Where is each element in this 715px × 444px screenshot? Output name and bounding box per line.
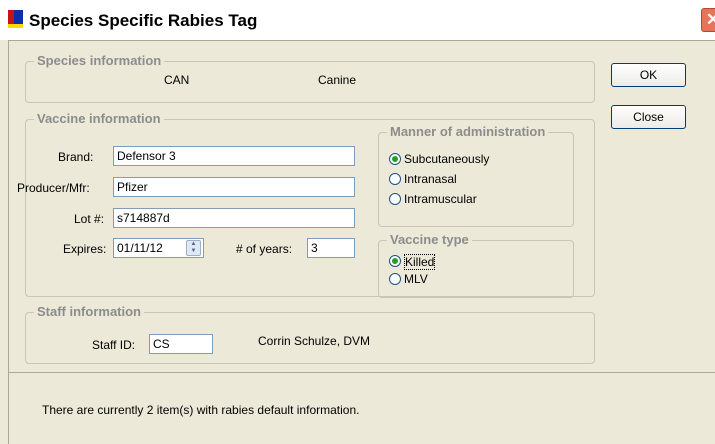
status-text: There are currently 2 item(s) with rabie… bbox=[42, 403, 360, 417]
radio-label-killed: Killed bbox=[404, 254, 436, 270]
staff-group: Staff information Staff ID: CS Corrin Sc… bbox=[25, 304, 595, 364]
lot-field[interactable]: s714887d bbox=[113, 208, 355, 228]
staff-id-field[interactable]: CS bbox=[149, 334, 213, 354]
title-bar: Species Specific Rabies Tag ✕ bbox=[0, 0, 715, 40]
expires-label: Expires: bbox=[63, 242, 107, 256]
administration-group: Manner of administration Subcutaneously … bbox=[378, 124, 574, 227]
expires-value: 01/11/12 bbox=[117, 241, 163, 255]
vaccine-type-group: Vaccine type Killed MLV bbox=[378, 232, 574, 298]
species-code: CAN bbox=[164, 73, 190, 87]
vaccine-type-group-title: Vaccine type bbox=[387, 232, 472, 248]
date-spinner-icon[interactable]: ▲ ▼ bbox=[186, 240, 201, 256]
radio-subcutaneously[interactable] bbox=[389, 153, 401, 165]
window-title: Species Specific Rabies Tag bbox=[29, 11, 258, 30]
species-group-title: Species information bbox=[34, 53, 165, 69]
species-group: Species information CAN Canine bbox=[25, 53, 595, 103]
radio-label-mlv: MLV bbox=[404, 272, 428, 286]
vaccine-group-title: Vaccine information bbox=[34, 111, 164, 127]
radio-intramuscular[interactable] bbox=[389, 193, 401, 205]
staff-id-label: Staff ID: bbox=[92, 338, 136, 352]
years-label: # of years: bbox=[236, 242, 293, 256]
dialog-body: Species information CAN Canine Vaccine i… bbox=[8, 40, 715, 444]
window-close-button[interactable]: ✕ bbox=[701, 8, 715, 32]
radio-mlv[interactable] bbox=[389, 273, 401, 285]
close-button[interactable]: Close bbox=[611, 105, 686, 129]
vaccine-group: Vaccine information Brand: Defensor 3 Pr… bbox=[17, 111, 595, 298]
staff-name: Corrin Schulze, DVM bbox=[258, 334, 371, 348]
species-name: Canine bbox=[318, 73, 357, 87]
radio-killed[interactable] bbox=[389, 255, 401, 267]
radio-label-intranasal: Intranasal bbox=[404, 172, 457, 186]
years-field[interactable]: 3 bbox=[307, 238, 355, 258]
expires-date-picker[interactable]: 01/11/12 ▲ ▼ bbox=[113, 238, 204, 258]
staff-group-title: Staff information bbox=[34, 304, 144, 320]
radio-label-subcutaneously: Subcutaneously bbox=[404, 152, 490, 166]
administration-group-title: Manner of administration bbox=[387, 124, 549, 140]
radio-intranasal[interactable] bbox=[389, 173, 401, 185]
radio-label-intramuscular: Intramuscular bbox=[404, 192, 477, 206]
brand-field[interactable]: Defensor 3 bbox=[113, 146, 355, 166]
app-icon bbox=[8, 10, 23, 28]
producer-field[interactable]: Pfizer bbox=[113, 177, 355, 197]
lot-label: Lot #: bbox=[74, 212, 105, 226]
ok-button[interactable]: OK bbox=[611, 63, 686, 87]
brand-label: Brand: bbox=[58, 150, 94, 164]
status-divider bbox=[9, 372, 715, 373]
producer-label: Producer/Mfr: bbox=[17, 181, 90, 195]
